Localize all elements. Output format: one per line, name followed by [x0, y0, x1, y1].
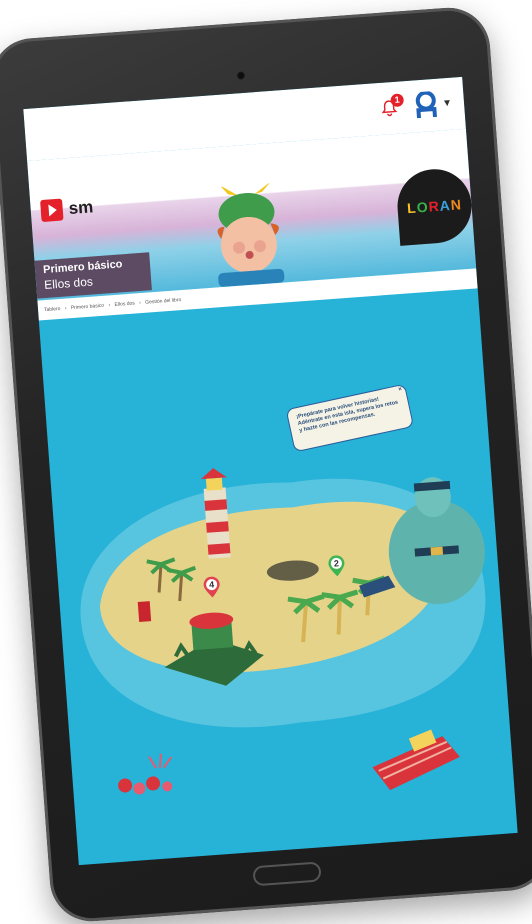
publisher-logo[interactable]: sm — [40, 196, 94, 223]
red-door[interactable] — [137, 601, 152, 623]
close-icon[interactable]: × — [398, 386, 403, 394]
island-scene — [80, 468, 486, 795]
play-logo-icon — [40, 198, 64, 223]
chevron-down-icon[interactable]: ▼ — [442, 98, 453, 110]
breadcrumb-item-book[interactable]: Ellos dos — [114, 300, 135, 307]
breadcrumb-separator: › — [138, 300, 142, 307]
series-logo: LORAN — [394, 166, 475, 246]
level-pin-4-label: 4 — [208, 579, 215, 590]
level-pin-2-label: 2 — [333, 558, 340, 569]
home-button[interactable] — [252, 861, 322, 887]
character-illustration — [217, 181, 285, 287]
tablet-device: 1 ▼ sm L O R A N Primero básico Ellos do… — [0, 4, 532, 924]
treasure-raft[interactable] — [370, 728, 462, 792]
breadcrumb-separator: › — [108, 302, 111, 309]
breadcrumb-item-tablero[interactable]: Tablero — [44, 306, 61, 313]
app-screen: 1 ▼ sm L O R A N Primero básico Ellos do… — [23, 76, 518, 866]
publisher-name: sm — [68, 197, 94, 219]
island-map: × ¡Prepárate para volver historias! Adén… — [39, 288, 518, 865]
breadcrumb-item-grade[interactable]: Primero básico — [71, 303, 105, 311]
notification-badge: 1 — [390, 93, 405, 108]
user-avatar-icon[interactable] — [413, 90, 439, 119]
breadcrumb-item-current: Gestión del libro — [145, 297, 182, 306]
camera-icon — [236, 70, 246, 81]
coral-reef — [118, 753, 173, 795]
book-title-box: Primero básico Ellos dos — [34, 252, 152, 299]
breadcrumb-separator: › — [64, 305, 67, 312]
